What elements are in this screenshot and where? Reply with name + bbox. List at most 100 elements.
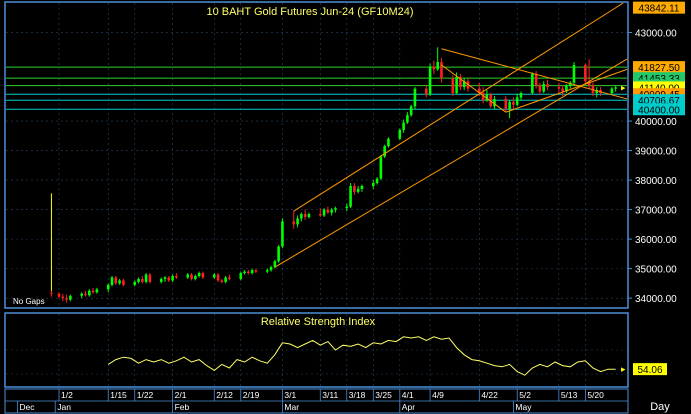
candle-body [300,214,303,219]
x-axis-tick-label: 2/1 [175,390,187,400]
candle-body [239,273,243,279]
candle-body [212,274,216,278]
candle-body [360,185,364,189]
x-axis-tick-label: 1/22 [137,390,154,400]
candle-body [307,214,311,217]
candle-body [428,66,432,95]
candle-body [254,270,258,272]
y-axis-tick-label: 34000.00 [635,294,677,305]
candle-body [190,274,193,279]
candle-body [118,280,121,284]
candle-body [379,156,383,179]
candle-body [402,122,405,130]
candle-body [383,146,386,157]
month-label: Apr [402,402,415,412]
candle-body [50,292,53,294]
candle-body [61,296,65,299]
candle-body [137,278,140,282]
x-axis-tick-label: 3/1 [284,390,296,400]
candle-body [69,295,72,300]
candle-body [281,221,284,247]
x-axis-tick-label: 3/11 [322,390,338,400]
candle-body [65,298,68,300]
candle-body [106,284,110,290]
candle-body [515,97,519,105]
candle-body [250,270,254,274]
candle-body [303,214,307,217]
candle-body [508,101,511,110]
candle-body [167,277,171,281]
candle-body [292,221,296,225]
candle-body [197,273,201,277]
candle-body [114,277,118,284]
candle-body [504,98,508,110]
month-label: Mar [284,402,299,412]
candle-body [455,76,458,94]
candle-body [194,276,197,279]
price-level-label: 43842.11 [639,4,680,15]
candle-body [318,214,322,216]
candle-body [220,280,224,282]
candle-body [330,209,333,213]
candle-body [159,278,163,282]
day-label: Day [650,401,670,413]
x-axis-tick-label: 4/22 [481,390,498,400]
candle-body [409,106,413,116]
candle-body [144,274,148,282]
candle-body [95,289,99,293]
candle-body [243,271,246,274]
candle-body [345,206,349,209]
candle-body [322,209,326,216]
candle-body [57,293,61,297]
candle-body [163,277,167,279]
candle-body [296,218,299,225]
month-label: May [515,402,532,412]
chart-title: 10 BAHT Gold Futures Jun-24 (GF10M24) [206,6,413,18]
candle-body [534,73,538,86]
price-axis-layer: 34000.00 35000.00 36000.00 37000.00 38000.00… [621,1,685,305]
candle-body [398,129,402,139]
candle-body [538,85,542,92]
candle-body [375,178,379,184]
candle-body [247,271,250,274]
candle-body [216,274,220,281]
candle-body [175,276,178,278]
price-level-label: 40400.00 [638,105,680,116]
candle-body [425,88,428,95]
candle-body [171,276,174,281]
month-label: Jan [57,402,71,412]
candle-body [201,273,205,278]
x-axis-tick-label: 2/19 [243,390,260,400]
candle-body [356,188,360,192]
x-axis-tick-label: 1/15 [110,390,127,400]
y-axis-tick-label: 38000.00 [635,176,677,187]
x-axis-tick-label: 5/20 [587,390,604,400]
candle-body [584,64,587,82]
price-panel-frame [4,1,629,309]
x-axis-tick-label: 5/13 [561,390,578,400]
candle-body [133,281,137,285]
candle-body [265,270,269,272]
candle-body [432,66,436,70]
month-label: Dec [19,402,35,412]
arrow-right-icon: ▸ [621,82,626,92]
candle-body [610,88,614,94]
candle-body [224,277,227,282]
candle-body [387,138,390,147]
x-axis-tick-label: 2/12 [216,390,233,400]
y-axis-tick-label: 43000.00 [635,29,677,40]
candle-body [110,277,114,285]
candle-body [91,290,95,293]
candle-body [148,274,152,282]
candle-body [84,293,87,296]
rsi-last-value-label: 54.06 [637,365,662,376]
chart-canvas: ▸ 54.06 34000.0035000.0036000.0037000.003… [4,1,685,414]
rsi-title: Relative Strength Index [261,316,376,328]
candle-body [572,64,576,83]
x-axis-tick-label: 4/1 [402,390,414,400]
candle-body [269,267,273,271]
x-axis-tick-label: 4/9 [432,390,444,400]
candle-body [440,62,443,79]
candle-body [542,84,545,92]
candle-body [406,115,409,123]
